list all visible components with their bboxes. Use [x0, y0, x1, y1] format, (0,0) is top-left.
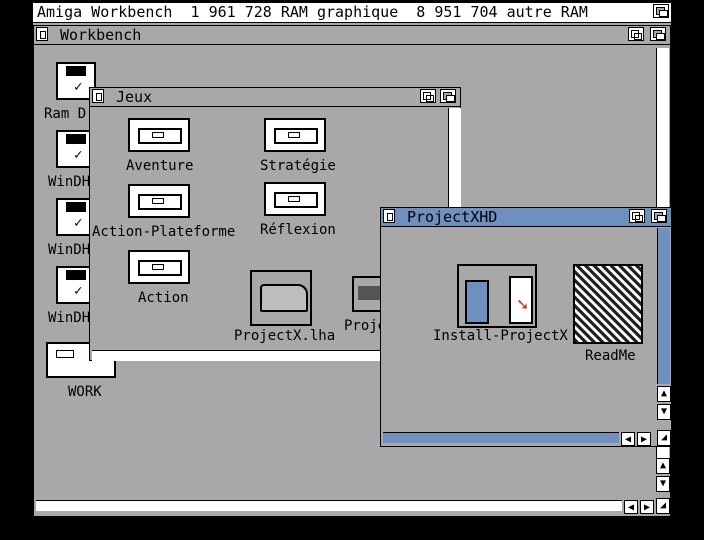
icon-label: ReadMe: [585, 348, 636, 364]
projectxhd-scroll-right-arrow[interactable]: ▶: [637, 432, 651, 446]
jeux-title-bar[interactable]: Jeux: [90, 88, 460, 107]
icon-label: ProjectX.lha: [234, 328, 336, 344]
workbench-scroll-right-arrow[interactable]: ▶: [640, 500, 654, 514]
jeux-close-gadget[interactable]: [92, 89, 104, 103]
drawer-icon: [264, 118, 326, 152]
icon-label: WinDH: [48, 242, 91, 258]
workbench-size-gadget[interactable]: ◢: [656, 498, 670, 514]
projectxhd-size-gadget[interactable]: ◢: [657, 430, 671, 446]
screen-title: Amiga Workbench 1 961 728 RAM graphique …: [37, 3, 588, 21]
workbench-scroll-up-arrow[interactable]: ▲: [656, 458, 670, 474]
drawer-icon: [128, 250, 190, 284]
workbench-scroll-left-arrow[interactable]: ◀: [624, 500, 638, 514]
workbench-close-gadget[interactable]: [36, 27, 48, 41]
projectxhd-scroll-up-arrow[interactable]: ▲: [657, 386, 671, 402]
workbench-title: Workbench: [60, 26, 142, 44]
workbench-scroll-down-arrow[interactable]: ▼: [656, 476, 670, 492]
archive-icon: [250, 270, 312, 326]
projectxhd-zoom-gadget[interactable]: [629, 209, 645, 223]
workbench-depth-gadget[interactable]: [650, 27, 666, 41]
icon-label: WinDH: [48, 310, 91, 326]
icon-label: WinDH: [48, 174, 91, 190]
workbench-zoom-gadget[interactable]: [628, 27, 644, 41]
icon-label: Ram D: [44, 106, 87, 122]
drawer-icon: [264, 182, 326, 216]
projectxhd-title-bar[interactable]: ProjectXHD: [381, 208, 671, 227]
jeux-depth-gadget[interactable]: [440, 89, 456, 103]
projectxhd-window[interactable]: ProjectXHD ▲ ▼ ◀ ▶ ◢ ➘ Install-ProjectX …: [380, 207, 671, 447]
installer-icon: ➘: [457, 264, 537, 328]
icon-label: WORK: [68, 384, 102, 400]
drawer-icon: [128, 118, 190, 152]
workbench-horizontal-scrollbar[interactable]: [36, 500, 622, 511]
icon-label: Action: [138, 290, 189, 306]
screen-title-bar[interactable]: Amiga Workbench 1 961 728 RAM graphique …: [33, 3, 671, 23]
projectxhd-close-gadget[interactable]: [383, 209, 395, 223]
amiga-screen: Amiga Workbench 1 961 728 RAM graphique …: [33, 3, 671, 517]
icon-label: Aventure: [126, 158, 194, 174]
projectxhd-horizontal-scrollbar[interactable]: [383, 432, 619, 443]
jeux-title: Jeux: [116, 88, 153, 106]
projectxhd-title: ProjectXHD: [407, 208, 498, 226]
drawer-icon: [128, 184, 190, 218]
icon-label: Action-Plateforme: [92, 224, 236, 240]
screen-depth-gadget[interactable]: [653, 4, 669, 18]
document-icon: [573, 264, 643, 344]
workbench-title-bar[interactable]: Workbench: [34, 26, 670, 45]
jeux-zoom-gadget[interactable]: [420, 89, 436, 103]
icon-label: Install-ProjectX: [433, 328, 568, 344]
projectxhd-scroll-down-arrow[interactable]: ▼: [657, 404, 671, 420]
icon-label: Réflexion: [260, 222, 336, 238]
icon-label: Stratégie: [260, 158, 336, 174]
projectxhd-vertical-scrollbar[interactable]: [657, 228, 670, 384]
projectxhd-scroll-left-arrow[interactable]: ◀: [621, 432, 635, 446]
projectxhd-depth-gadget[interactable]: [651, 209, 667, 223]
